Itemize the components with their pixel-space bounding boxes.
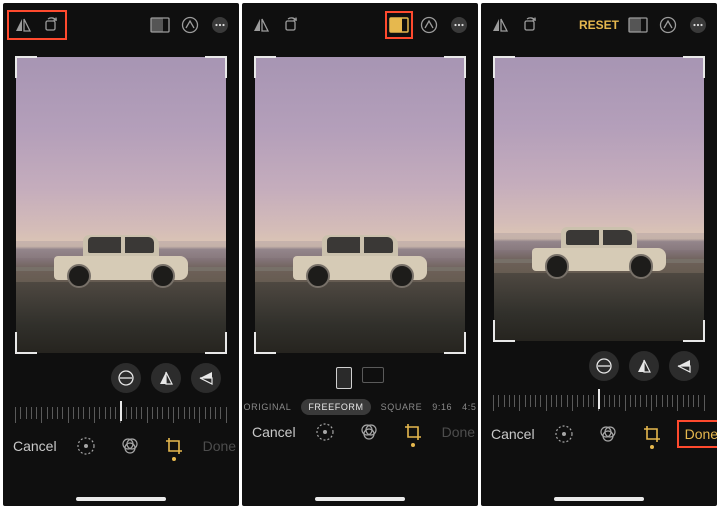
done-button: Done — [442, 424, 475, 440]
aspect-square[interactable]: SQUARE — [381, 402, 423, 412]
highlight-flip-rotate — [7, 10, 67, 40]
topbar-left — [489, 14, 541, 36]
crop-icon[interactable] — [402, 421, 424, 443]
vertical-perspective-icon[interactable] — [629, 351, 659, 381]
more-icon[interactable] — [209, 14, 231, 36]
topbar-right — [388, 14, 470, 36]
aspect-ratio-icon[interactable] — [627, 14, 649, 36]
crop-handle-bl[interactable] — [493, 320, 515, 342]
bottombar: Cancel Done — [3, 429, 239, 457]
crop-handle-tr[interactable] — [683, 56, 705, 78]
mode-icons — [553, 423, 663, 445]
crop-canvas[interactable] — [494, 57, 704, 341]
highlight-aspect-ratio — [385, 11, 413, 39]
crop-handle-tr[interactable] — [444, 56, 466, 78]
markup-icon[interactable] — [418, 14, 440, 36]
flip-horizontal-icon[interactable] — [250, 14, 272, 36]
crop-canvas[interactable] — [255, 57, 465, 353]
adjust-icon[interactable] — [553, 423, 575, 445]
highlight-done: Done — [677, 420, 717, 448]
angle-ruler[interactable] — [3, 399, 239, 429]
bottombar: Cancel Done — [481, 417, 717, 445]
rotate-icon[interactable] — [40, 14, 62, 36]
ruler-center-mark — [120, 401, 122, 421]
markup-icon[interactable] — [657, 14, 679, 36]
landscape-orientation[interactable] — [362, 367, 384, 383]
portrait-orientation[interactable] — [336, 367, 352, 389]
crop-handle-br[interactable] — [205, 332, 227, 354]
crop-canvas[interactable] — [16, 57, 226, 353]
topbar-right — [149, 14, 231, 36]
aspect-ratio-options: ORIGINAL FREEFORM SQUARE 9:16 4:5 — [242, 399, 478, 415]
cancel-button[interactable]: Cancel — [252, 424, 296, 440]
done-button: Done — [203, 438, 236, 454]
active-dot — [411, 443, 415, 447]
aspect-9-16[interactable]: 9:16 — [432, 402, 452, 412]
cancel-button[interactable]: Cancel — [491, 426, 535, 442]
vertical-perspective-icon[interactable] — [151, 363, 181, 393]
straighten-tools — [481, 341, 717, 385]
straighten-tools — [3, 353, 239, 397]
home-indicator[interactable] — [315, 497, 405, 501]
rotate-icon[interactable] — [519, 14, 541, 36]
bottombar: Cancel Done — [242, 415, 478, 443]
crop-handle-tl[interactable] — [254, 56, 276, 78]
crop-handle-br[interactable] — [683, 320, 705, 342]
phone-panel-1: Cancel Done — [3, 3, 239, 506]
crop-icon[interactable] — [641, 423, 663, 445]
crop-handle-tl[interactable] — [493, 56, 515, 78]
photo-preview — [494, 57, 704, 341]
crop-handle-bl[interactable] — [254, 332, 276, 354]
crop-handle-bl[interactable] — [15, 332, 37, 354]
markup-icon[interactable] — [179, 14, 201, 36]
active-dot — [650, 445, 654, 449]
topbar-right — [627, 14, 709, 36]
straighten-icon[interactable] — [111, 363, 141, 393]
aspect-freeform[interactable]: FREEFORM — [301, 399, 370, 415]
more-icon[interactable] — [687, 14, 709, 36]
home-indicator[interactable] — [76, 497, 166, 501]
phone-panel-3: RESET — [481, 3, 717, 506]
orientation-preview — [242, 367, 478, 389]
aspect-ratio-icon[interactable] — [149, 14, 171, 36]
topbar: RESET — [481, 3, 717, 47]
done-button[interactable]: Done — [681, 426, 717, 442]
photo-preview — [255, 57, 465, 353]
aspect-original[interactable]: ORIGINAL — [244, 402, 292, 412]
horizontal-perspective-icon[interactable] — [191, 363, 221, 393]
crop-icon[interactable] — [163, 435, 185, 457]
straighten-icon[interactable] — [589, 351, 619, 381]
crop-handle-br[interactable] — [444, 332, 466, 354]
home-indicator[interactable] — [554, 497, 644, 501]
horizontal-perspective-icon[interactable] — [669, 351, 699, 381]
filters-icon[interactable] — [119, 435, 141, 457]
active-dot — [172, 457, 176, 461]
mode-icons — [75, 435, 185, 457]
angle-ruler[interactable] — [481, 387, 717, 417]
rotate-icon[interactable] — [280, 14, 302, 36]
aspect-ratio-icon[interactable] — [388, 14, 410, 36]
triptych-container: Cancel Done — [0, 0, 720, 509]
filters-icon[interactable] — [358, 421, 380, 443]
photo-preview — [16, 57, 226, 353]
adjust-icon[interactable] — [314, 421, 336, 443]
adjust-icon[interactable] — [75, 435, 97, 457]
more-icon[interactable] — [448, 14, 470, 36]
crop-handle-tl[interactable] — [15, 56, 37, 78]
cancel-button[interactable]: Cancel — [13, 438, 57, 454]
filters-icon[interactable] — [597, 423, 619, 445]
topbar-left — [250, 14, 302, 36]
phone-panel-2: ORIGINAL FREEFORM SQUARE 9:16 4:5 Cancel — [242, 3, 478, 506]
topbar — [3, 3, 239, 47]
topbar-left — [11, 14, 66, 36]
reset-button[interactable]: RESET — [573, 18, 625, 32]
topbar — [242, 3, 478, 47]
flip-horizontal-icon[interactable] — [489, 14, 511, 36]
mode-icons — [314, 421, 424, 443]
flip-horizontal-icon[interactable] — [12, 14, 34, 36]
aspect-4-5[interactable]: 4:5 — [462, 402, 476, 412]
ruler-center-mark — [598, 389, 600, 409]
crop-handle-tr[interactable] — [205, 56, 227, 78]
